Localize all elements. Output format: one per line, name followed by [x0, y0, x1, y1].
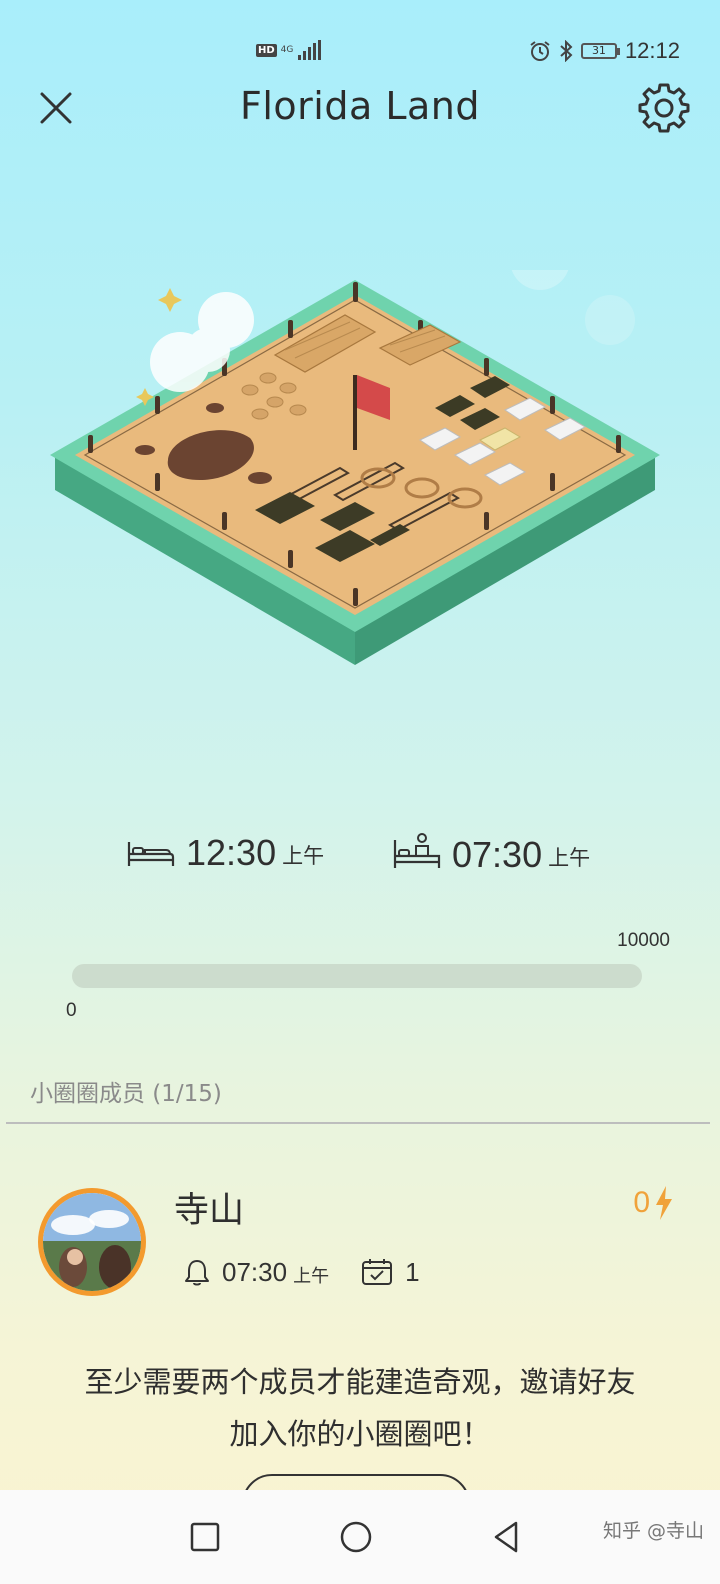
back-button[interactable] — [482, 1512, 532, 1562]
gear-icon — [638, 83, 690, 133]
invite-line-2: 加入你的小圈圈吧！ — [229, 1417, 491, 1451]
header: Florida Land — [0, 78, 720, 134]
watermark: 知乎 @寺山 — [602, 1520, 704, 1542]
avatar[interactable] — [38, 1188, 146, 1296]
recent-apps-icon — [190, 1522, 220, 1552]
page-title: Florida Land — [240, 84, 480, 128]
battery-icon: 31 — [580, 43, 620, 59]
bedtime-value: 12:30 — [186, 832, 277, 873]
member-alarm-time: 07:30 — [222, 1256, 288, 1287]
calendar-check-icon — [362, 1259, 393, 1285]
status-bar: HD 4G 31 12:12 — [0, 36, 720, 70]
wake-time[interactable]: 07:30 上午 — [392, 832, 590, 876]
home-icon — [340, 1521, 372, 1553]
lightning-icon — [656, 1186, 672, 1220]
progress-bar — [72, 964, 642, 988]
member-row[interactable]: 寺山 0 07:30 上午 1 — [0, 1180, 720, 1300]
recent-apps-button[interactable] — [180, 1512, 230, 1562]
clock: 12:12 — [624, 38, 680, 63]
member-meta: 07:30 上午 1 — [184, 1256, 420, 1288]
member-checkin-count: 1 — [405, 1256, 420, 1287]
home-button[interactable] — [331, 1512, 381, 1562]
settings-button[interactable] — [638, 81, 690, 133]
bed-icon — [127, 842, 175, 866]
wake-period: 上午 — [548, 846, 591, 870]
alarm-icon — [530, 41, 550, 61]
member-score: 0 — [633, 1186, 674, 1220]
wake-value: 07:30 — [452, 834, 543, 875]
hd-icon: HD — [256, 43, 277, 57]
bell-icon — [185, 1260, 209, 1286]
progress-max-label: 10000 — [617, 930, 670, 951]
invite-line-1: 至少需要两个成员才能建造奇观，邀请好友 — [84, 1365, 636, 1399]
member-name: 寺山 — [174, 1191, 245, 1231]
wake-bed-icon — [393, 833, 441, 868]
network-type: 4G — [280, 44, 294, 55]
signal-icon — [298, 40, 322, 60]
island-illustration — [50, 270, 660, 665]
system-nav-bar: 知乎 @寺山 — [0, 1490, 720, 1584]
status-right: 31 12:12 — [529, 38, 680, 64]
score-value: 0 — [633, 1186, 650, 1219]
status-left: HD 4G — [256, 40, 323, 60]
progress-min-label: 0 — [66, 1000, 77, 1021]
members-section-label: 小圈圈成员 (1/15) — [30, 1081, 222, 1107]
bedtime[interactable]: 12:30 上午 — [126, 832, 324, 874]
bedtime-period: 上午 — [282, 844, 325, 868]
sleep-times: 12:30 上午 07:30 上午 — [0, 832, 720, 882]
back-icon — [494, 1521, 518, 1553]
divider — [6, 1122, 710, 1124]
bluetooth-icon — [560, 40, 573, 62]
avatar-photo — [43, 1193, 141, 1291]
invite-message: 至少需要两个成员才能建造奇观，邀请好友 加入你的小圈圈吧！ — [30, 1356, 690, 1460]
member-alarm-period: 上午 — [293, 1266, 330, 1287]
